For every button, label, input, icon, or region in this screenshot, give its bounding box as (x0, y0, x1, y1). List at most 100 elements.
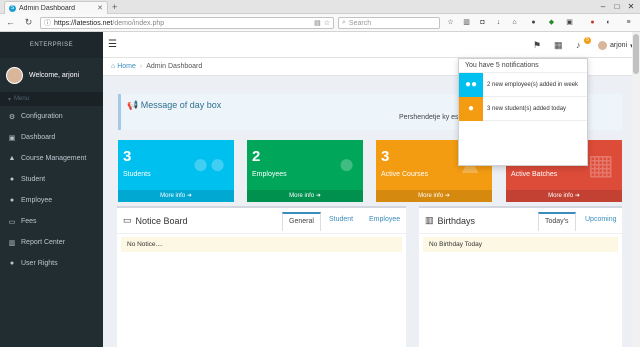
arrow-circle-right-icon: ➜ (186, 193, 192, 199)
new-tab-button[interactable]: + (112, 2, 117, 12)
birthdays-panel: ▥ Birthdays Today's Upcoming No Birthday … (419, 206, 622, 347)
notification-item[interactable]: ● 3 new student(s) added today (459, 96, 587, 121)
sidebar-item-student[interactable]: ● Student (0, 169, 103, 190)
tab-upcoming[interactable]: Upcoming (585, 216, 617, 223)
caret-down-icon: ▾ (8, 96, 12, 103)
more-info-link[interactable]: More info ➜ (118, 190, 234, 202)
birthdays-title-label: Birthdays (437, 215, 476, 226)
arrow-circle-right-icon: ➜ (574, 193, 580, 199)
back-button[interactable]: ← (4, 16, 17, 29)
welcome-text: Welcome, arjoni (29, 71, 80, 79)
more-info-label: More info (289, 193, 315, 199)
more-info-link[interactable]: More info ➜ (506, 190, 622, 202)
dashboard-icon: ▣ (8, 134, 16, 142)
browser-tab-bar: S Admin Dashboard ✕ + – □ ✕ (0, 0, 640, 14)
user-icon: ● (9, 197, 15, 204)
reader-view-icon[interactable]: ▤ (314, 19, 321, 27)
close-window-icon[interactable]: ✕ (624, 0, 638, 13)
more-info-link[interactable]: More info ➜ (247, 190, 363, 202)
sidebar-item-user-rights[interactable]: ● User Rights (0, 253, 103, 274)
sidebar-item-label: Fees (21, 218, 37, 225)
tab-general[interactable]: General (282, 212, 321, 231)
site-favicon-icon: S (9, 4, 16, 12)
graduation-cap-icon: ▲ (8, 155, 16, 162)
arrow-circle-right-icon: ➜ (444, 193, 450, 199)
address-bar[interactable]: ⓘ https://latestios.net/demo/index.php ▤… (40, 17, 334, 29)
page-scrollbar[interactable] (632, 32, 640, 347)
browser-menu-icon[interactable]: ≡ (624, 18, 633, 27)
tab-close-icon[interactable]: ✕ (97, 4, 103, 12)
library-icon[interactable]: ▥ (462, 18, 471, 27)
user-lock-icon: ● (9, 260, 15, 267)
arrow-circle-right-icon: ➜ (315, 193, 321, 199)
user-icon: ● (459, 96, 483, 121)
divider (117, 233, 406, 234)
home-icon: ⌂ (111, 63, 116, 70)
birthday-empty-message: No Birthday Today (423, 237, 618, 252)
money-icon: ▭ (8, 218, 16, 226)
url-path: /demo/index.php (112, 19, 165, 27)
minimize-icon[interactable]: – (596, 0, 610, 13)
chat-icon[interactable]: ● (529, 18, 538, 27)
url-host: https://latestios.net (54, 19, 113, 27)
stat-box-students: 3 Students ●● More info ➜ (118, 140, 234, 202)
scrollbar-thumb[interactable] (633, 34, 639, 74)
sidebar-item-report-center[interactable]: ▥ Report Center (0, 232, 103, 253)
sidebar-item-label: Student (21, 176, 46, 183)
sidebar-item-dashboard[interactable]: ▣ Dashboard (0, 127, 103, 148)
birthday-cake-icon: ▥ (425, 215, 434, 225)
sidebar-item-course-management[interactable]: ▲ Course Management (0, 148, 103, 169)
stat-label: Students (123, 171, 151, 178)
home-icon[interactable]: ⌂ (510, 18, 519, 27)
more-info-label: More info (418, 193, 444, 199)
notification-item[interactable]: ●● 2 new employee(s) added in week (459, 72, 587, 97)
menu-header-label: Menu (14, 96, 30, 102)
bookmark-icon[interactable]: ☆ (446, 18, 455, 27)
logo-text: ENTERPRISE (29, 42, 74, 48)
sidebar-toggle-icon[interactable]: ☰ (108, 40, 117, 50)
tab-employee[interactable]: Employee (369, 216, 400, 223)
more-info-link[interactable]: More info ➜ (376, 190, 492, 202)
tab-student[interactable]: Student (329, 216, 353, 223)
site-info-icon[interactable]: ⓘ (44, 18, 51, 28)
app-logo[interactable]: ENTERPRISE (0, 32, 103, 58)
user-menu[interactable]: arjoni ▾ (598, 41, 634, 50)
extension-icon[interactable]: ▣ (565, 18, 574, 27)
notification-header: You have 5 notifications (459, 59, 587, 73)
breadcrumb-current: Admin Dashboard (146, 63, 203, 70)
download-icon[interactable]: ↓ (494, 18, 503, 27)
gears-icon: ⚙ (8, 113, 16, 121)
browser-search-box[interactable]: ⌕ Search (338, 17, 440, 29)
sitemap-icon: ▦ (587, 149, 614, 180)
notice-board-title: ▭ Notice Board (123, 215, 188, 226)
flag-icon[interactable]: ⚑ (533, 40, 541, 50)
stat-value: 3 (123, 148, 132, 165)
menu-header: ▾ Menu (0, 92, 103, 106)
bookmark-star-icon[interactable]: ☆ (324, 19, 330, 27)
sidebar-item-employee[interactable]: ● Employee (0, 190, 103, 211)
message-of-day-title-label: Message of day box (140, 100, 222, 110)
reload-button[interactable]: ↻ (22, 16, 35, 29)
tab-today[interactable]: Today's (538, 212, 576, 231)
notice-board-panel: ▭ Notice Board General Student Employee N… (117, 206, 406, 347)
header-username: arjoni (610, 42, 628, 49)
avatar (6, 66, 23, 84)
notice-empty-message: No Notice.... (121, 237, 402, 252)
users-icon: ●● (192, 148, 226, 179)
shield-icon[interactable]: ◆ (547, 18, 556, 27)
stat-label: Active Batches (511, 171, 558, 178)
pocket-icon[interactable]: ◘ (478, 18, 487, 27)
bell-icon[interactable]: ♪ (576, 40, 581, 50)
adblock-icon[interactable]: ● (588, 18, 597, 27)
apps-grid-icon[interactable]: ▦ (554, 40, 563, 50)
addon-icon[interactable]: ◐ (604, 18, 613, 27)
search-icon: ⌕ (342, 19, 346, 26)
browser-tab[interactable]: S Admin Dashboard ✕ (4, 1, 108, 14)
sidebar-item-fees[interactable]: ▭ Fees (0, 211, 103, 232)
breadcrumb-separator: › (139, 63, 143, 70)
stat-label: Active Courses (381, 171, 429, 178)
breadcrumb-home[interactable]: ⌂ Home (111, 63, 136, 70)
maximize-icon[interactable]: □ (610, 0, 624, 13)
sidebar-item-configuration[interactable]: ⚙ Configuration (0, 106, 103, 127)
sidebar-item-label: Dashboard (21, 134, 56, 141)
